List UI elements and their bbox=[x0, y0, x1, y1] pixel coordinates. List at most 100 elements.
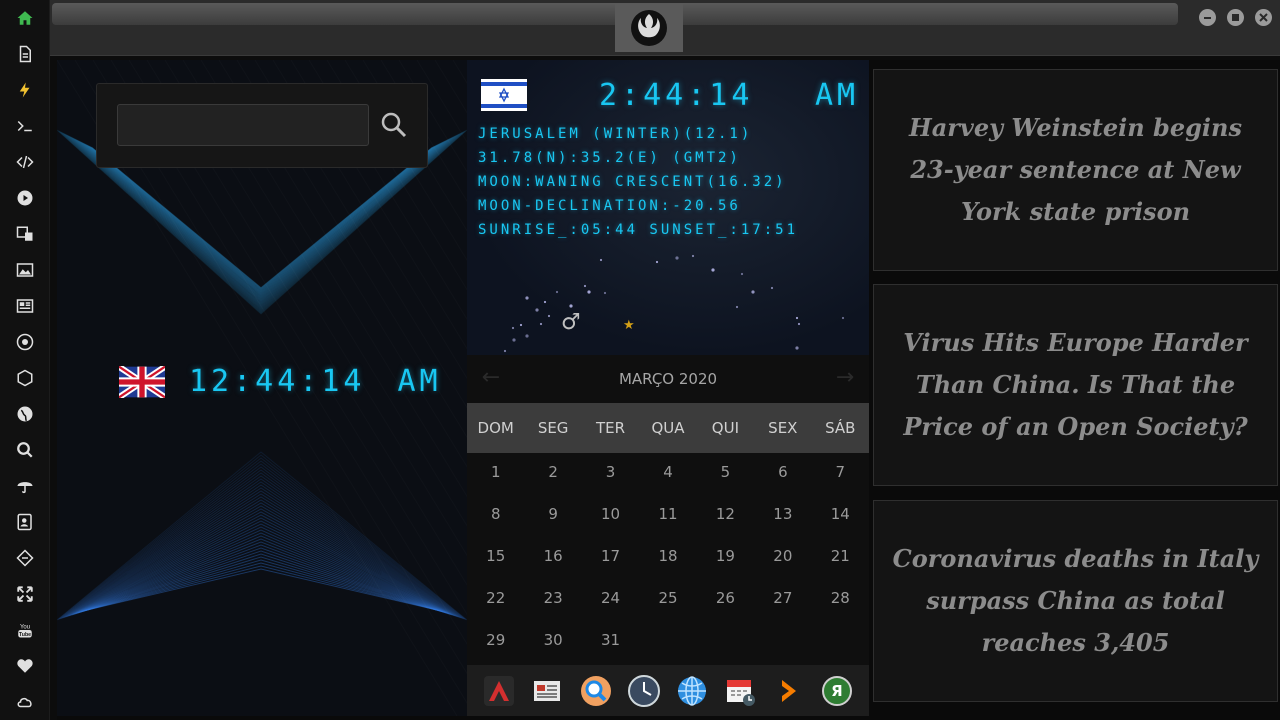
dock-item-news-reader[interactable] bbox=[530, 674, 564, 708]
calendar-header: ← MARÇO 2020 → bbox=[467, 355, 869, 403]
terminal-icon bbox=[17, 120, 32, 132]
calendar-day[interactable]: 11 bbox=[639, 505, 696, 523]
calendar-day[interactable]: 9 bbox=[524, 505, 581, 523]
dock-item-calendar[interactable] bbox=[723, 674, 757, 708]
israel-time: 2:44:14 bbox=[599, 78, 754, 113]
close-button[interactable] bbox=[1255, 9, 1272, 26]
calendar-day[interactable]: 31 bbox=[582, 631, 639, 649]
sidebar-item-news[interactable] bbox=[13, 294, 37, 318]
sidebar-item-youtube[interactable]: You Tube bbox=[13, 618, 37, 642]
yandex-icon: Я bbox=[821, 675, 852, 706]
search-input[interactable] bbox=[117, 104, 369, 146]
calendar-day[interactable]: 26 bbox=[697, 589, 754, 607]
calendar-day[interactable]: 20 bbox=[754, 547, 811, 565]
home-tab[interactable] bbox=[615, 4, 683, 52]
sidebar-item-home[interactable] bbox=[13, 6, 37, 30]
calendar-day[interactable]: 17 bbox=[582, 547, 639, 565]
calendar-day[interactable]: 7 bbox=[812, 463, 869, 481]
calendar-day[interactable]: 27 bbox=[754, 589, 811, 607]
calendar-day[interactable]: 6 bbox=[754, 463, 811, 481]
calendar-day[interactable]: 22 bbox=[467, 589, 524, 607]
center-panel: 2:44:14 AM JERUSALEM (WINTER)(12.1) 31.7… bbox=[467, 60, 869, 716]
calendar-day[interactable]: 21 bbox=[812, 547, 869, 565]
calendar-day[interactable]: 30 bbox=[524, 631, 581, 649]
sunrise-sunset-line: SUNRISE_:05:44 SUNSET_:17:51 bbox=[478, 222, 799, 238]
app-dock: Я bbox=[467, 665, 869, 716]
maximize-button[interactable] bbox=[1227, 9, 1244, 26]
news-headline: Virus Hits Europe Harder Than China. Is … bbox=[903, 328, 1248, 441]
next-month-button[interactable]: → bbox=[833, 367, 857, 391]
prev-month-button[interactable]: ← bbox=[479, 367, 503, 391]
sidebar-item-code[interactable] bbox=[13, 150, 37, 174]
weekday-label: DOM bbox=[477, 419, 514, 437]
calendar-day[interactable]: 23 bbox=[524, 589, 581, 607]
news-card[interactable]: Harvey Weinstein begins 23-year sentence… bbox=[873, 69, 1278, 271]
calendar-day[interactable]: 5 bbox=[697, 463, 754, 481]
calendar-day[interactable]: 2 bbox=[524, 463, 581, 481]
calendar-day[interactable]: 28 bbox=[812, 589, 869, 607]
sidebar-item-image[interactable] bbox=[13, 258, 37, 282]
uk-flag-icon bbox=[119, 365, 165, 398]
sidebar-item-contacts[interactable] bbox=[13, 510, 37, 534]
yandex-letter: Я bbox=[831, 681, 843, 700]
news-headline: Harvey Weinstein begins 23-year sentence… bbox=[909, 113, 1242, 226]
calendar-day[interactable]: 24 bbox=[582, 589, 639, 607]
sidebar-item-lightning[interactable] bbox=[13, 78, 37, 102]
world-clock-panel: 12:44:14 AM bbox=[57, 60, 467, 716]
news-card[interactable]: Coronavirus deaths in Italy surpass Chin… bbox=[873, 500, 1278, 702]
contacts-icon bbox=[17, 513, 32, 531]
sidebar: You Tube bbox=[0, 0, 50, 720]
calendar-day[interactable]: 4 bbox=[639, 463, 696, 481]
israel-flag-icon bbox=[481, 79, 527, 111]
clock-app-icon bbox=[627, 674, 660, 707]
sidebar-item-expand[interactable] bbox=[13, 582, 37, 606]
sidebar-item-cloud[interactable] bbox=[13, 690, 37, 714]
israel-clock: 2:44:14 AM JERUSALEM (WINTER)(12.1) 31.7… bbox=[467, 60, 869, 355]
dock-item-arrow[interactable] bbox=[772, 674, 806, 708]
calendar-day[interactable]: 25 bbox=[639, 589, 696, 607]
svg-text:Tube: Tube bbox=[19, 632, 31, 638]
document-icon bbox=[19, 45, 31, 63]
sidebar-item-search[interactable] bbox=[13, 438, 37, 462]
calendar-title: MARÇO 2020 bbox=[618, 370, 718, 388]
calendar-day[interactable]: 18 bbox=[639, 547, 696, 565]
sidebar-item-globe[interactable] bbox=[13, 402, 37, 426]
calendar-day[interactable]: 16 bbox=[524, 547, 581, 565]
calendar-day[interactable]: 8 bbox=[467, 505, 524, 523]
sidebar-item-hexagon[interactable] bbox=[13, 366, 37, 390]
dock-item-yandex[interactable]: Я bbox=[820, 674, 854, 708]
rebel-alliance-icon bbox=[631, 10, 667, 46]
calendar-day[interactable]: 12 bbox=[697, 505, 754, 523]
calendar-day[interactable]: 19 bbox=[697, 547, 754, 565]
minimize-button[interactable] bbox=[1199, 9, 1216, 26]
calendar: ← MARÇO 2020 → DOM SEG TER QUA QUI SEX S… bbox=[467, 355, 869, 665]
coordinates-line: 31.78(N):35.2(E) (GMT2) bbox=[478, 150, 741, 166]
moon-phase-line: MOON:WANING CRESCENT(16.32) bbox=[478, 174, 787, 190]
sidebar-item-aperture[interactable] bbox=[13, 330, 37, 354]
sidebar-item-tag[interactable] bbox=[13, 546, 37, 570]
calendar-day[interactable]: 10 bbox=[582, 505, 639, 523]
sidebar-item-umbrella[interactable] bbox=[13, 474, 37, 498]
web-browser-icon bbox=[678, 675, 707, 706]
dock-item-search[interactable] bbox=[579, 674, 613, 708]
weekday-label: QUI bbox=[711, 419, 739, 437]
dock-item-launcher[interactable] bbox=[482, 674, 516, 708]
search-button[interactable] bbox=[377, 108, 411, 142]
sidebar-item-play[interactable] bbox=[13, 186, 37, 210]
news-card[interactable]: Virus Hits Europe Harder Than China. Is … bbox=[873, 284, 1278, 486]
uk-time: 12:44:14 bbox=[189, 364, 366, 399]
dock-item-clock[interactable] bbox=[627, 674, 661, 708]
sidebar-item-terminal[interactable] bbox=[13, 114, 37, 138]
calendar-day[interactable]: 13 bbox=[754, 505, 811, 523]
sidebar-item-heart[interactable] bbox=[13, 654, 37, 678]
calendar-day[interactable]: 29 bbox=[467, 631, 524, 649]
calendar-day[interactable]: 15 bbox=[467, 547, 524, 565]
sidebar-item-translate[interactable] bbox=[13, 222, 37, 246]
calendar-day[interactable]: 14 bbox=[812, 505, 869, 523]
dock-item-browser[interactable] bbox=[675, 674, 709, 708]
calendar-day[interactable]: 3 bbox=[582, 463, 639, 481]
umbrella-icon bbox=[17, 482, 33, 494]
sidebar-item-document[interactable] bbox=[13, 42, 37, 66]
search-icon bbox=[17, 442, 33, 458]
calendar-day[interactable]: 1 bbox=[467, 463, 524, 481]
